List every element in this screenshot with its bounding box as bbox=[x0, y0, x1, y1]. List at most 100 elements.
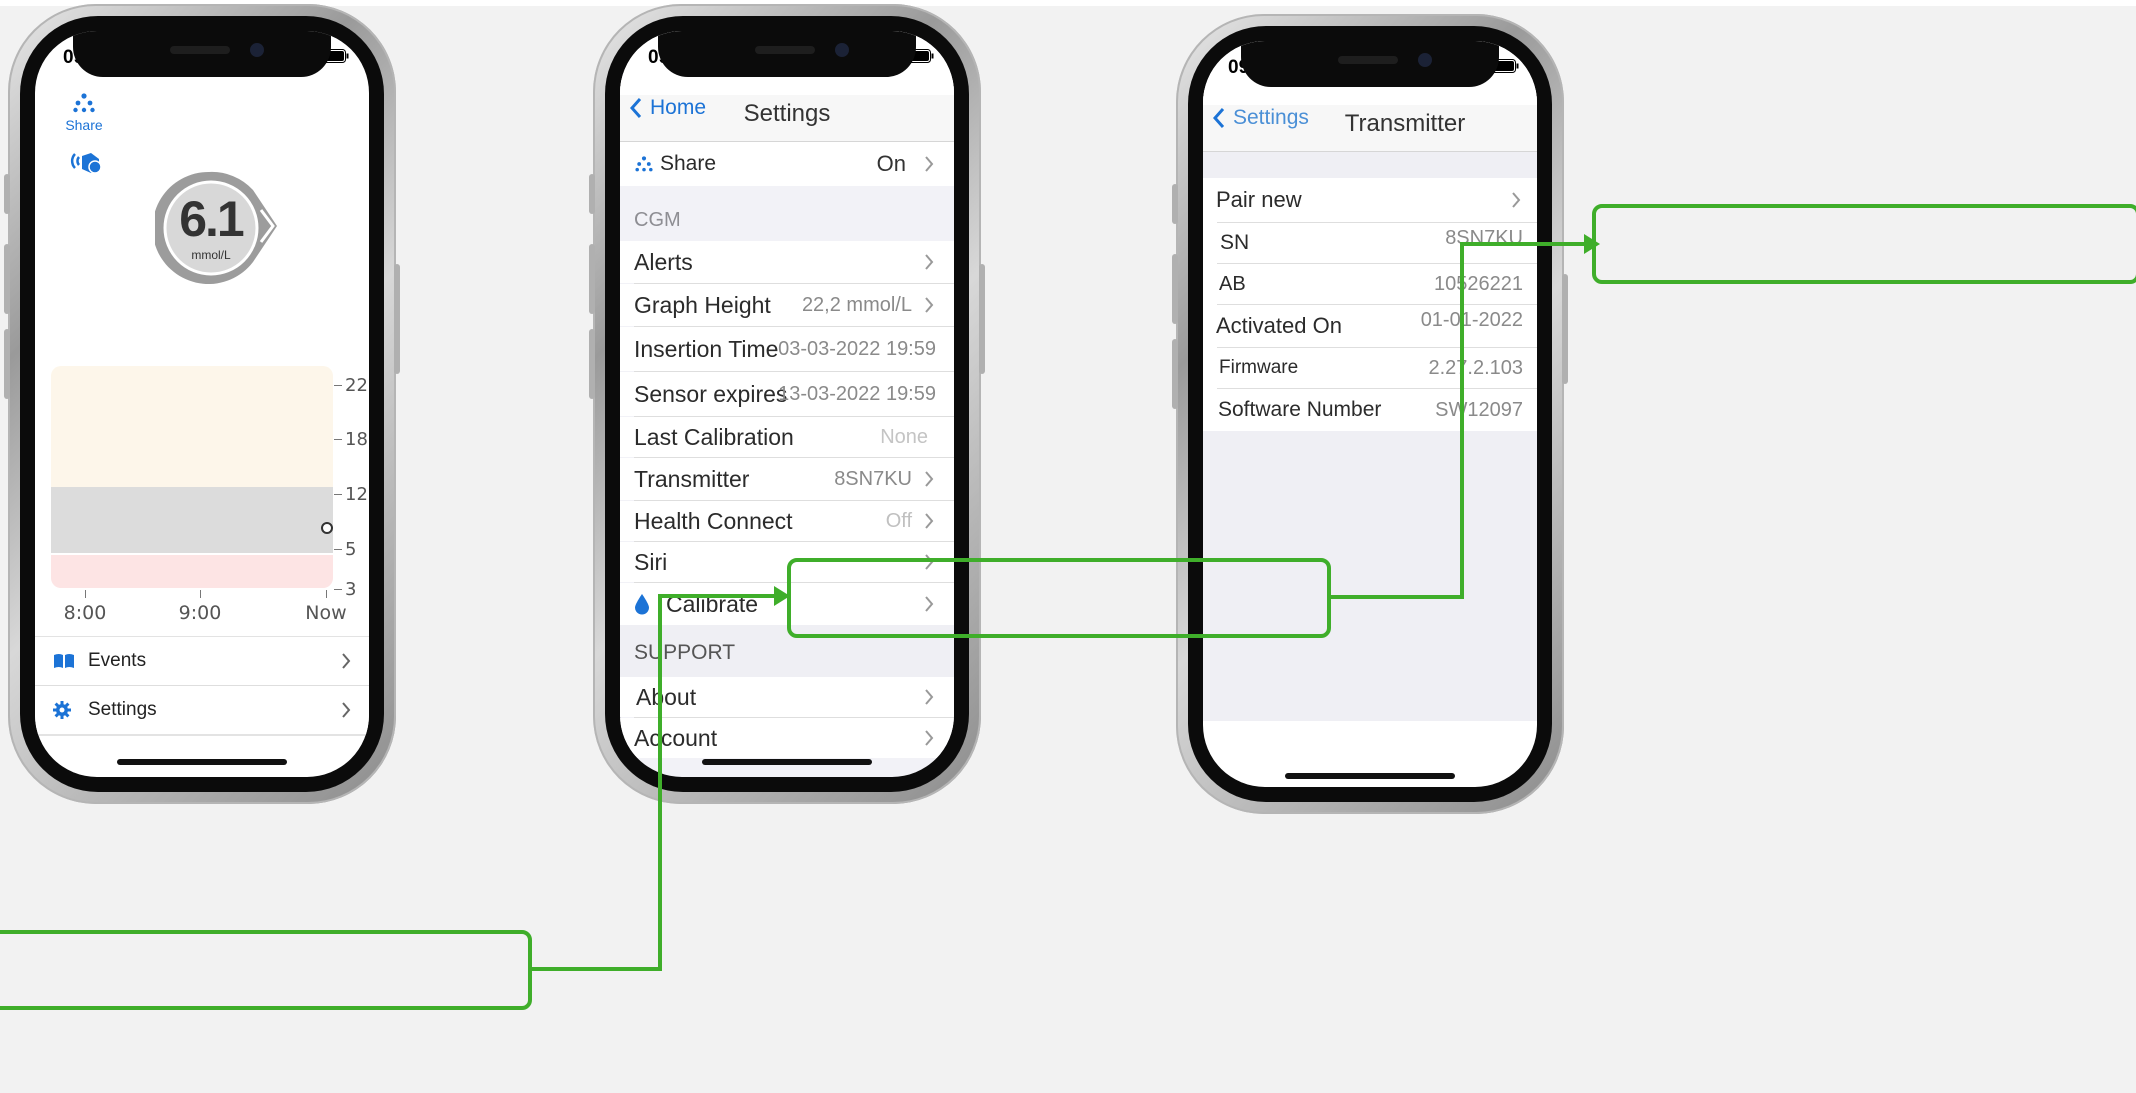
row-label: Account bbox=[634, 724, 718, 751]
row-label: Last Calibration bbox=[634, 423, 794, 450]
highlight-transmitter-row bbox=[787, 558, 1331, 638]
row-value: SW12097 bbox=[1435, 398, 1523, 421]
y-tick-label: 3 bbox=[345, 579, 357, 600]
chevron-left-icon bbox=[1213, 108, 1225, 128]
glucose-unit: mmol/L bbox=[191, 248, 231, 262]
x-tick-label: 8:00 bbox=[63, 602, 107, 624]
chevron-right-icon bbox=[925, 297, 934, 313]
phone-home: 09:41 Share 6.1 bbox=[4, 4, 400, 804]
settings-row-share[interactable]: Share On bbox=[620, 142, 954, 186]
y-tick-label: 18 bbox=[345, 429, 368, 450]
settings-row-last-calibration: Last Calibration None bbox=[620, 417, 954, 457]
row-value: 8SN7KU bbox=[834, 467, 912, 490]
row-label: Insertion Time bbox=[634, 335, 779, 362]
row-value: 13-03-2022 19:59 bbox=[778, 382, 936, 405]
chevron-right-icon bbox=[925, 156, 934, 172]
menu-item-label: Events bbox=[88, 650, 147, 671]
settings-screen: 09:41 Home Settings Share On CGM Alerts bbox=[620, 31, 954, 777]
gear-icon bbox=[53, 701, 71, 719]
chevron-right-icon bbox=[925, 513, 934, 529]
settings-row-alerts[interactable]: Alerts bbox=[620, 241, 954, 283]
settings-row-transmitter[interactable]: Transmitter 8SN7KU bbox=[620, 458, 954, 500]
page-title: Settings bbox=[743, 100, 831, 127]
phone-settings: 09:41 Home Settings Share On CGM Alerts bbox=[589, 4, 985, 804]
row-label: Siri bbox=[634, 548, 668, 575]
x-tick-label: 9:00 bbox=[178, 602, 222, 624]
info-row-software-number: Software Number SW12097 bbox=[1203, 389, 1537, 431]
transmitter-screen: 09:41 Settings Transmitter Pair new SN 8… bbox=[1203, 41, 1537, 787]
settings-row-insertion-time: Insertion Time 03-03-2022 19:59 bbox=[620, 327, 954, 371]
section-header-label: SUPPORT bbox=[634, 641, 736, 664]
row-value: 03-03-2022 19:59 bbox=[778, 337, 936, 360]
share-button[interactable]: Share bbox=[59, 93, 109, 133]
row-value: Off bbox=[885, 509, 912, 532]
row-label: Share bbox=[660, 152, 717, 175]
chevron-right-icon bbox=[342, 702, 351, 718]
flow-line bbox=[1460, 242, 1464, 599]
highlight-settings-menu bbox=[0, 930, 532, 1010]
share-dots-icon bbox=[73, 93, 95, 113]
transmitter-signal-icon bbox=[70, 153, 102, 174]
glucose-graph: 22 18 12 5 3 8:00 9:00 Now bbox=[51, 366, 369, 646]
arrow-head-icon bbox=[774, 586, 790, 606]
row-label: Firmware bbox=[1219, 357, 1299, 378]
row-value: 10526221 bbox=[1434, 272, 1523, 295]
phone-transmitter: 09:41 Settings Transmitter Pair new SN 8… bbox=[1172, 14, 1568, 814]
menu-item-events[interactable]: Events bbox=[35, 637, 369, 685]
info-row-ab: AB 10526221 bbox=[1203, 264, 1537, 304]
row-value: None bbox=[880, 425, 928, 448]
settings-row-about[interactable]: About bbox=[620, 677, 954, 717]
chevron-right-icon bbox=[925, 254, 934, 270]
high-zone bbox=[51, 366, 333, 487]
flow-line bbox=[530, 967, 662, 971]
highlight-pair-new bbox=[1592, 204, 2136, 284]
settings-row-health-connect[interactable]: Health Connect Off bbox=[620, 501, 954, 541]
glucose-value: 6.1 bbox=[179, 191, 245, 247]
row-label: Pair new bbox=[1216, 187, 1302, 212]
home-screen: 09:41 Share 6.1 bbox=[35, 31, 369, 777]
pair-new-button[interactable]: Pair new bbox=[1203, 178, 1537, 222]
row-label: Health Connect bbox=[634, 507, 793, 534]
current-reading-point bbox=[321, 522, 333, 534]
settings-row-account[interactable]: Account bbox=[620, 718, 954, 758]
flow-line bbox=[1460, 242, 1588, 246]
menu-item-settings[interactable]: Settings bbox=[35, 686, 369, 734]
row-label: AB bbox=[1219, 272, 1246, 295]
row-value: 22,2 mmol/L bbox=[801, 293, 912, 316]
row-label: Software Number bbox=[1218, 398, 1382, 421]
row-label: Alerts bbox=[634, 248, 693, 275]
arrow-head-icon bbox=[1584, 234, 1600, 254]
page-title: Transmitter bbox=[1344, 110, 1466, 137]
flow-line bbox=[658, 594, 778, 598]
chevron-right-icon bbox=[342, 653, 351, 669]
y-tick-label: 22 bbox=[345, 375, 368, 396]
flow-line bbox=[658, 594, 662, 971]
share-label: Share bbox=[65, 117, 103, 133]
row-label: SN bbox=[1220, 231, 1250, 254]
share-dots-icon bbox=[635, 156, 653, 172]
row-label: About bbox=[636, 683, 697, 710]
book-icon bbox=[54, 654, 74, 668]
row-value: 2.27.2.103 bbox=[1428, 356, 1523, 379]
info-row-activated-on: Activated On 01-01-2022 bbox=[1203, 305, 1537, 347]
blood-drop-icon bbox=[635, 594, 649, 615]
info-row-firmware: Firmware 2.27.2.103 bbox=[1203, 348, 1537, 388]
row-label: Activated On bbox=[1216, 313, 1342, 338]
low-zone bbox=[51, 555, 333, 588]
glucose-indicator: 6.1 mmol/L bbox=[155, 170, 283, 288]
menu-item-label: Settings bbox=[88, 699, 157, 720]
chevron-right-icon bbox=[925, 471, 934, 487]
row-value: 01-01-2022 bbox=[1420, 309, 1523, 331]
section-header-cgm: CGM bbox=[634, 209, 681, 231]
row-label: Sensor expires bbox=[634, 380, 788, 407]
row-label: Transmitter bbox=[634, 465, 750, 492]
flow-line bbox=[1330, 595, 1464, 599]
settings-row-sensor-expires: Sensor expires 13-03-2022 19:59 bbox=[620, 372, 954, 416]
row-label: Graph Height bbox=[634, 291, 771, 318]
chevron-right-icon bbox=[1512, 192, 1521, 208]
chevron-right-icon bbox=[925, 730, 934, 746]
x-tick-label: Now bbox=[305, 602, 347, 624]
chevron-right-icon bbox=[925, 689, 934, 705]
row-value: On bbox=[876, 151, 906, 176]
settings-row-graph-height[interactable]: Graph Height 22,2 mmol/L bbox=[620, 284, 954, 326]
